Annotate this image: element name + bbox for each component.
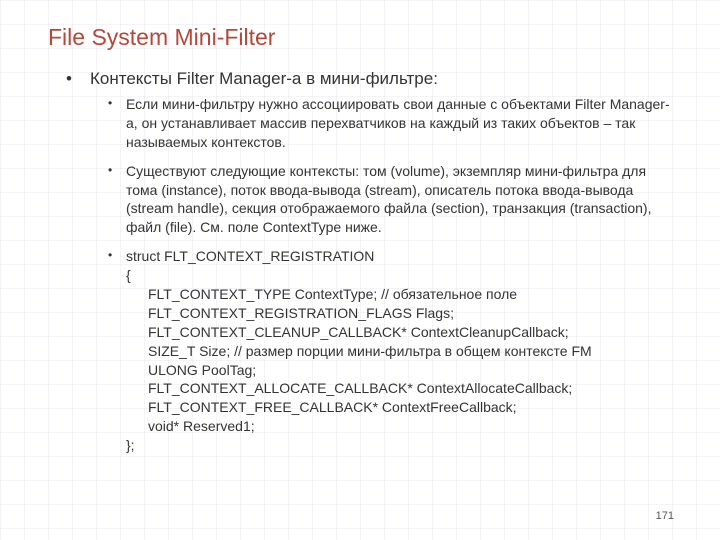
- sub-bullet-struct: struct FLT_CONTEXT_REGISTRATION { FLT_CO…: [108, 247, 672, 455]
- top-list: Контексты Filter Manager-а в мини-фильтр…: [66, 69, 672, 455]
- sub-list: Если мини-фильтру нужно ассоциировать св…: [108, 95, 672, 455]
- slide-content: File System Mini-Filter Контексты Filter…: [0, 0, 720, 540]
- sub-bullet-1: Если мини-фильтру нужно ассоциировать св…: [108, 95, 672, 152]
- struct-line-6: FLT_CONTEXT_ALLOCATE_CALLBACK* ContextAl…: [148, 379, 672, 398]
- struct-line-7: FLT_CONTEXT_FREE_CALLBACK* ContextFreeCa…: [148, 398, 672, 417]
- page-number: 171: [656, 510, 674, 522]
- struct-line-3: FLT_CONTEXT_CLEANUP_CALLBACK* ContextCle…: [148, 323, 672, 342]
- struct-close-brace: };: [126, 436, 672, 455]
- struct-open-brace: {: [126, 266, 672, 285]
- sub-bullet-2: Существуют следующие контексты: том (vol…: [108, 162, 672, 238]
- struct-head: struct FLT_CONTEXT_REGISTRATION: [126, 247, 672, 266]
- struct-line-4: SIZE_T Size; // размер порции мини-фильт…: [148, 342, 672, 361]
- main-bullet: Контексты Filter Manager-а в мини-фильтр…: [66, 69, 672, 455]
- struct-line-1: FLT_CONTEXT_TYPE ContextType; // обязате…: [148, 285, 672, 304]
- struct-line-8: void* Reserved1;: [148, 417, 672, 436]
- slide-title: File System Mini-Filter: [48, 24, 672, 51]
- struct-line-5: ULONG PoolTag;: [148, 361, 672, 380]
- struct-line-2: FLT_CONTEXT_REGISTRATION_FLAGS Flags;: [148, 304, 672, 323]
- main-bullet-text: Контексты Filter Manager-а в мини-фильтр…: [90, 69, 438, 88]
- struct-definition: struct FLT_CONTEXT_REGISTRATION { FLT_CO…: [126, 247, 672, 455]
- struct-body: FLT_CONTEXT_TYPE ContextType; // обязате…: [126, 285, 672, 436]
